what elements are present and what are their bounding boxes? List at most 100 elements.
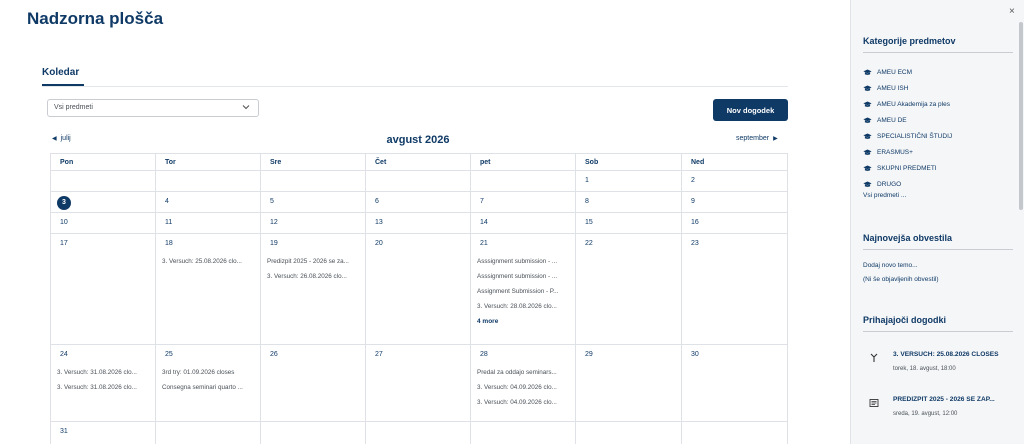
category-item[interactable]: SPECIALISTIČNI ŠTUDIJ	[863, 128, 952, 144]
day-number[interactable]: 24	[57, 349, 155, 361]
assignment-icon	[870, 353, 878, 362]
quiz-icon	[869, 399, 879, 407]
day-number[interactable]: 22	[582, 238, 681, 250]
category-item[interactable]: AMEU ECM	[863, 64, 952, 80]
day-number[interactable]: 15	[582, 217, 681, 229]
calendar-day-cell[interactable]: 7	[470, 191, 576, 213]
next-month-link[interactable]: september ▶	[736, 135, 778, 142]
category-item[interactable]: AMEU Akademija za ples	[863, 96, 952, 112]
calendar-event[interactable]: 3. Versuch: 28.08.2026 clo...	[477, 303, 571, 310]
calendar-day-cell[interactable]: 2	[681, 170, 788, 192]
calendar-day-cell[interactable]: 31	[50, 421, 156, 444]
day-number[interactable]: 9	[688, 196, 787, 208]
upcoming-event-title[interactable]: PREDIZPIT 2025 - 2026 SE ZAP...	[893, 396, 1015, 403]
calendar-event[interactable]: Consegna seminari quarto ...	[162, 384, 256, 391]
day-number[interactable]: 31	[57, 426, 155, 438]
day-number[interactable]: 21	[477, 238, 575, 250]
calendar-day-cell[interactable]: 21 Asssignment submission - ... Asssignmen…	[470, 233, 576, 345]
calendar-day-cell[interactable]: 30	[681, 344, 788, 422]
course-filter-select[interactable]: Vsi predmeti	[47, 99, 259, 117]
calendar-event[interactable]: Asssignment submission - ...	[477, 258, 571, 265]
day-number[interactable]: 10	[57, 217, 155, 229]
day-number[interactable]: 18	[162, 238, 260, 250]
upcoming-event-title[interactable]: 3. VERSUCH: 25.08.2026 CLOSES	[893, 351, 1015, 358]
calendar-day-cell[interactable]: 26	[260, 344, 366, 422]
calendar-day-cell[interactable]: 24 3. Versuch: 31.08.2026 clo... 3. Versuc…	[50, 344, 156, 422]
calendar-day-cell[interactable]: 17	[50, 233, 156, 345]
calendar-day-cell[interactable]: 20	[365, 233, 471, 345]
day-number[interactable]: 6	[372, 196, 470, 208]
calendar-event[interactable]: 3. Versuch: 04.09.2026 clo...	[477, 399, 571, 406]
calendar-event[interactable]: 3. Versuch: 25.08.2026 clo...	[162, 258, 256, 265]
calendar-day-cell[interactable]: 22	[575, 233, 682, 345]
day-number[interactable]: 7	[477, 196, 575, 208]
calendar-event[interactable]: 3. Versuch: 31.08.2026 clo...	[57, 369, 151, 376]
calendar-day-cell[interactable]: 6	[365, 191, 471, 213]
day-number[interactable]: 12	[267, 217, 365, 229]
day-number[interactable]: 5	[267, 196, 365, 208]
day-number[interactable]: 11	[162, 217, 260, 229]
day-number[interactable]: 1	[582, 175, 681, 187]
day-number[interactable]: 23	[688, 238, 787, 250]
calendar-event[interactable]: 3. Versuch: 04.09.2026 clo...	[477, 384, 571, 391]
day-number[interactable]: 2	[688, 175, 787, 187]
calendar-day-cell[interactable]: 15	[575, 212, 682, 234]
calendar-day-cell[interactable]: 27	[365, 344, 471, 422]
day-number[interactable]: 20	[372, 238, 470, 250]
calendar-day-cell[interactable]: 11	[155, 212, 261, 234]
calendar-event[interactable]: Asssignment submission - ...	[477, 273, 571, 280]
calendar-day-cell[interactable]: 8	[575, 191, 682, 213]
calendar-day-cell[interactable]: 12	[260, 212, 366, 234]
prev-month-link[interactable]: ◀ julij	[52, 135, 71, 142]
calendar-day-cell[interactable]: 14	[470, 212, 576, 234]
day-number[interactable]: 26	[267, 349, 365, 361]
day-number[interactable]: 25	[162, 349, 260, 361]
today-day-number[interactable]: 3	[57, 196, 71, 210]
calendar-event[interactable]: Predizpit 2025 - 2026 se za...	[267, 258, 361, 265]
day-number[interactable]: 29	[582, 349, 681, 361]
category-item[interactable]: ERASMUS+	[863, 144, 952, 160]
calendar-day-cell[interactable]: 5	[260, 191, 366, 213]
calendar-day-cell[interactable]: 4	[155, 191, 261, 213]
day-number[interactable]: 13	[372, 217, 470, 229]
calendar-day-cell[interactable]: 29	[575, 344, 682, 422]
news-block-title: Najnovejša obvestila	[863, 233, 953, 243]
calendar-day-cell[interactable]: 25 3rd try: 01.09.2026 closes Consegna sem…	[155, 344, 261, 422]
calendar-day-cell[interactable]: 23	[681, 233, 788, 345]
more-events-link[interactable]: 4 more	[477, 318, 575, 325]
category-label: AMEU ECM	[877, 68, 913, 76]
add-topic-link[interactable]: Dodaj novo temo...	[863, 262, 918, 269]
drawer-scrollbar[interactable]	[1019, 22, 1023, 210]
calendar-day-cell[interactable]: 28 Predal za oddajo seminars... 3. Versuch…	[470, 344, 576, 422]
calendar-day-cell[interactable]: 13	[365, 212, 471, 234]
calendar-day-cell[interactable]: 1	[575, 170, 682, 192]
day-number[interactable]: 27	[372, 349, 470, 361]
calendar-event[interactable]: 3rd try: 01.09.2026 closes	[162, 369, 256, 376]
all-courses-link[interactable]: Vsi predmeti ...	[863, 192, 952, 204]
calendar-event[interactable]: Predal za oddajo seminars...	[477, 369, 571, 376]
calendar-day-cell[interactable]: 16	[681, 212, 788, 234]
calendar-day-cell[interactable]: 18 3. Versuch: 25.08.2026 clo...	[155, 233, 261, 345]
day-number[interactable]: 4	[162, 196, 260, 208]
day-number[interactable]: 28	[477, 349, 575, 361]
calendar-day-cell[interactable]: 10	[50, 212, 156, 234]
day-number[interactable]: 17	[57, 238, 155, 250]
category-item[interactable]: AMEU ISH	[863, 80, 952, 96]
day-number[interactable]: 16	[688, 217, 787, 229]
new-event-button[interactable]: Nov dogodek	[713, 99, 788, 121]
calendar-week-row: 31	[50, 421, 788, 444]
calendar-day-cell[interactable]: 19 Predizpit 2025 - 2026 se za... 3. Versu…	[260, 233, 366, 345]
close-icon[interactable]: ×	[1009, 6, 1015, 17]
day-number[interactable]: 8	[582, 196, 681, 208]
calendar-event[interactable]: Assignment Submission - P...	[477, 288, 571, 295]
calendar-day-cell[interactable]: 9	[681, 191, 788, 213]
category-item[interactable]: DRUGO	[863, 176, 952, 192]
category-item[interactable]: AMEU DE	[863, 112, 952, 128]
category-item[interactable]: SKUPNI PREDMETI	[863, 160, 952, 176]
day-number[interactable]: 19	[267, 238, 365, 250]
day-number[interactable]: 30	[688, 349, 787, 361]
day-number[interactable]: 14	[477, 217, 575, 229]
calendar-event[interactable]: 3. Versuch: 26.08.2026 clo...	[267, 273, 361, 280]
calendar-event[interactable]: 3. Versuch: 31.08.2026 clo...	[57, 384, 151, 391]
calendar-day-cell[interactable]: 3	[50, 191, 156, 213]
